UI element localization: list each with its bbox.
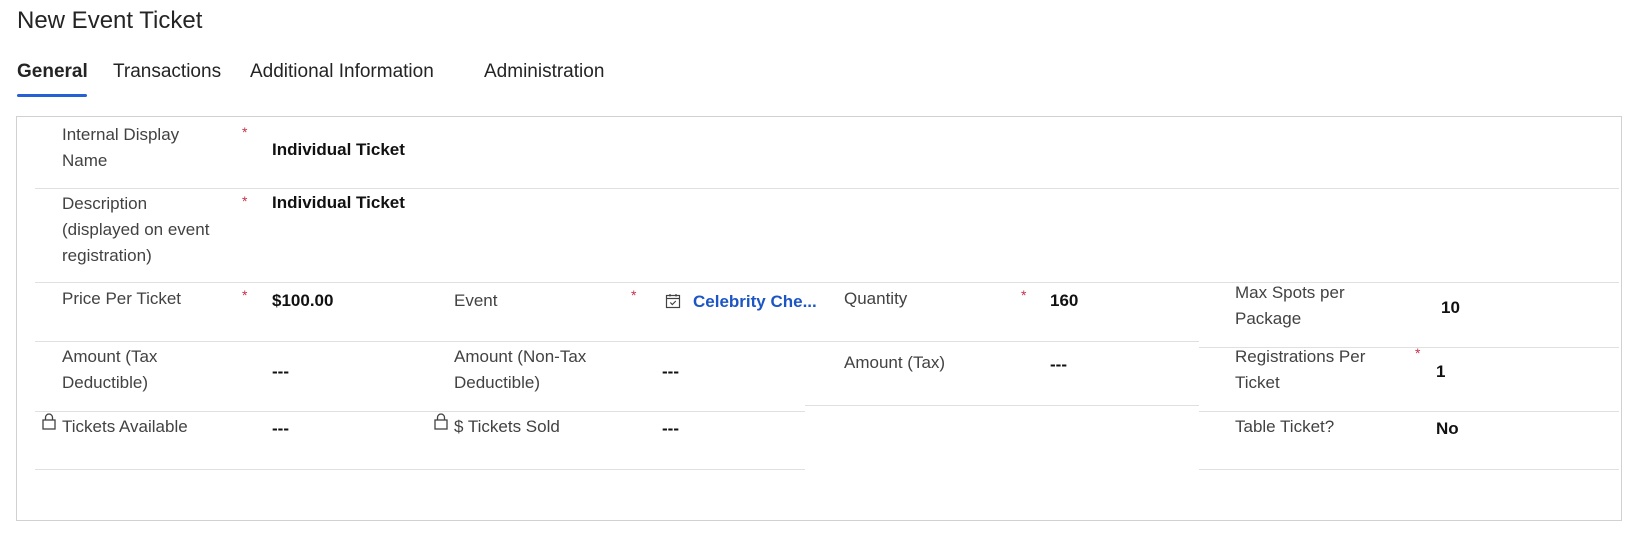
lock-icon <box>42 413 56 430</box>
divider <box>35 341 805 342</box>
tickets-sold-field: --- <box>662 419 679 438</box>
table-ticket-label: Table Ticket? <box>1235 417 1335 436</box>
divider <box>1199 411 1619 412</box>
tab-general[interactable]: General <box>17 61 88 83</box>
max-spots-per-package-label: Max Spots per Package <box>1235 283 1345 328</box>
page-title: New Event Ticket <box>17 7 203 34</box>
registrations-per-ticket-label: Registrations Per Ticket <box>1235 347 1366 392</box>
divider <box>35 282 1619 283</box>
required-indicator: * <box>631 287 637 303</box>
event-label: Event <box>454 291 498 310</box>
quantity-label: Quantity <box>844 289 908 308</box>
amount-non-tax-deductible-label: Amount (Non-Tax Deductible) <box>454 347 587 392</box>
calendar-icon <box>665 294 681 309</box>
table-ticket-field[interactable]: No <box>1436 419 1459 439</box>
required-indicator: * <box>242 124 248 140</box>
required-indicator: * <box>242 193 248 209</box>
required-indicator: * <box>1021 287 1027 303</box>
amount-tax-deductible-label: Amount (Tax Deductible) <box>62 347 158 392</box>
description-label: Description (displayed on event registra… <box>62 194 210 265</box>
required-indicator: * <box>1415 345 1421 361</box>
registrations-per-ticket-field[interactable]: 1 <box>1436 362 1445 382</box>
lock-icon <box>434 413 448 430</box>
divider <box>805 341 1199 342</box>
tab-additional-information[interactable]: Additional Information <box>250 61 434 83</box>
tickets-available-field: --- <box>272 419 289 438</box>
divider <box>805 405 1199 406</box>
event-lookup-link[interactable]: Celebrity Che... <box>693 292 817 312</box>
price-per-ticket-label: Price Per Ticket <box>62 289 182 308</box>
internal-display-name-field[interactable]: Individual Ticket <box>272 140 405 160</box>
description-field[interactable]: Individual Ticket <box>272 193 405 213</box>
quantity-field[interactable]: 160 <box>1050 291 1078 311</box>
tickets-available-label: Tickets Available <box>62 417 188 436</box>
price-per-ticket-field[interactable]: $100.00 <box>272 291 333 311</box>
amount-tax-label: Amount (Tax) <box>844 353 946 372</box>
divider <box>35 188 1619 189</box>
divider <box>35 469 805 470</box>
divider <box>35 411 805 412</box>
tab-administration[interactable]: Administration <box>484 61 604 83</box>
max-spots-per-package-field[interactable]: 10 <box>1441 298 1460 318</box>
amount-tax-deductible-field[interactable]: --- <box>272 362 289 382</box>
divider <box>1199 469 1619 470</box>
general-section: Internal Display Name * Individual Ticke… <box>16 116 1622 521</box>
amount-non-tax-deductible-field[interactable]: --- <box>662 362 679 382</box>
internal-display-name-label: Internal Display Name <box>62 125 180 170</box>
amount-tax-field[interactable]: --- <box>1050 355 1067 375</box>
tab-bar: General Transactions Additional Informat… <box>0 58 700 98</box>
required-indicator: * <box>242 287 248 303</box>
tickets-sold-label: $ Tickets Sold <box>454 417 560 436</box>
active-tab-indicator <box>17 94 87 97</box>
tab-transactions[interactable]: Transactions <box>113 61 221 83</box>
